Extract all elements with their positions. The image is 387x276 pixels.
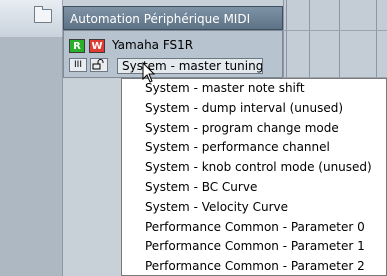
- folder-icon: [34, 6, 52, 23]
- track-list-strip: [0, 37, 63, 276]
- parameter-menu[interactable]: System - master note shift System - dump…: [121, 78, 387, 276]
- lock-icon: [92, 59, 104, 70]
- menu-item[interactable]: System - master note shift: [122, 79, 386, 99]
- grid-line: [283, 30, 387, 31]
- automation-track-panel[interactable]: R W Yamaha FS1R III System - master tuni…: [63, 30, 283, 78]
- track-header[interactable]: Automation Périphérique MIDI: [63, 6, 283, 30]
- menu-item[interactable]: System - performance channel: [122, 138, 386, 158]
- menu-item[interactable]: Performance Common - Parameter 1: [122, 237, 386, 257]
- menu-item[interactable]: Performance Common - Parameter 0: [122, 218, 386, 238]
- lock-button[interactable]: [90, 58, 108, 72]
- folder-tab[interactable]: [0, 0, 63, 38]
- menu-item[interactable]: System - dump interval (unused): [122, 99, 386, 119]
- write-button[interactable]: W: [89, 39, 105, 53]
- device-name: Yamaha FS1R: [112, 38, 194, 52]
- menu-item[interactable]: Performance Common - Parameter 2: [122, 257, 386, 275]
- menu-item[interactable]: System - BC Curve: [122, 178, 386, 198]
- mouse-cursor-icon: [142, 62, 156, 83]
- bars-button[interactable]: III: [69, 58, 87, 72]
- track-header-title: Automation Périphérique MIDI: [70, 12, 251, 26]
- parameter-select[interactable]: System - master tuning: [117, 58, 263, 74]
- menu-item[interactable]: System - Velocity Curve: [122, 198, 386, 218]
- menu-item[interactable]: System - program change mode: [122, 119, 386, 139]
- read-button[interactable]: R: [69, 39, 85, 53]
- menu-item[interactable]: System - knob control mode (unused): [122, 158, 386, 178]
